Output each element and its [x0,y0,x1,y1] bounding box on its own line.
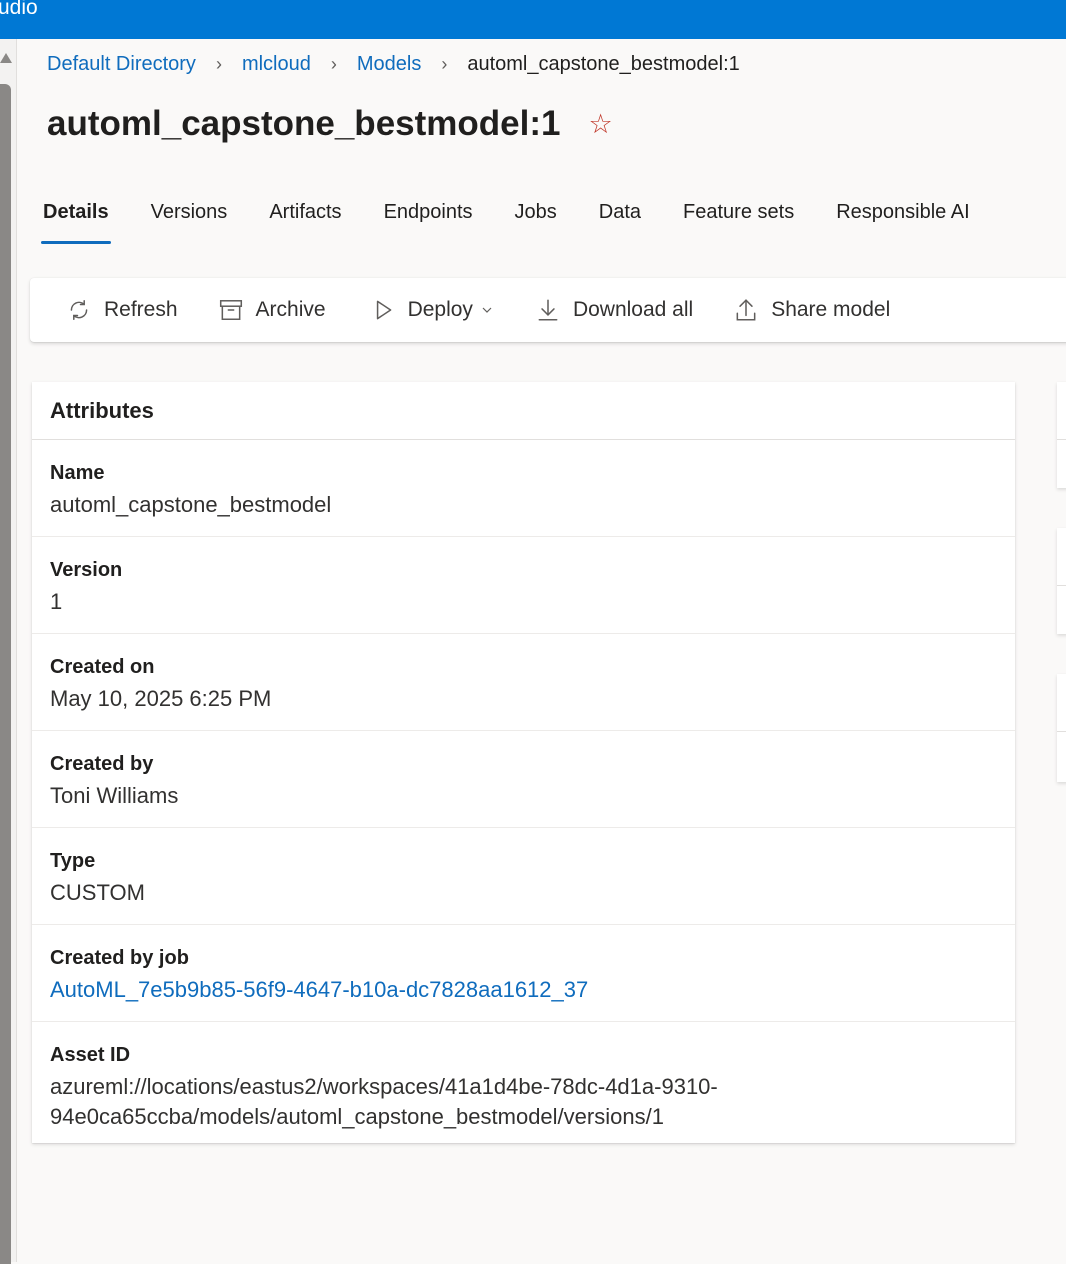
tab-data[interactable]: Data [599,196,641,244]
side-card-3 [1057,674,1066,782]
attribute-label: Name [50,462,105,484]
archive-label: Archive [255,298,326,321]
breadcrumb-default-directory[interactable]: Default Directory [47,53,196,76]
scroll-up-arrow-icon[interactable] [0,53,12,63]
chevron-down-icon [481,304,493,316]
attribute-row-asset-id: Asset ID azureml://locations/eastus2/wor… [32,1022,1015,1148]
archive-icon [218,297,244,323]
tab-artifacts[interactable]: Artifacts [269,196,341,244]
attribute-value: automl_capstone_bestmodel [50,492,332,517]
attribute-value: Toni Williams [50,783,179,808]
tab-details[interactable]: Details [41,196,111,244]
breadcrumb: Default Directory › mlcloud › Models › a… [47,50,740,78]
tab-versions[interactable]: Versions [151,196,228,244]
scrollbar-thumb[interactable] [0,84,11,1264]
asset-id-line-2: 94e0ca65ccba/models/automl_capstone_best… [50,1104,664,1129]
attribute-row-created-by: Created by Toni Williams [32,731,1015,828]
breadcrumb-current: automl_capstone_bestmodel:1 [467,52,740,75]
chevron-right-icon: › [215,53,222,74]
attribute-label: Created by [50,753,154,775]
refresh-icon [66,297,92,323]
attribute-value: 1 [50,589,63,614]
download-icon [535,297,561,323]
share-model-button[interactable]: Share model [733,290,890,330]
attribute-label: Created by job [50,947,189,969]
breadcrumb-mlcloud[interactable]: mlcloud [242,53,311,76]
star-outline-icon[interactable]: ☆ [588,110,612,138]
tab-feature-sets[interactable]: Feature sets [683,196,794,244]
share-model-label: Share model [771,298,891,321]
page-title: automl_capstone_bestmodel:1 [47,104,561,143]
top-bar: udio [0,0,1066,39]
refresh-label: Refresh [104,298,178,321]
tab-jobs[interactable]: Jobs [515,196,557,244]
chevron-right-icon: › [330,53,337,74]
attributes-card: Attributes Name automl_capstone_bestmode… [32,382,1015,1143]
attribute-label: Asset ID [50,1044,131,1066]
side-card-2 [1057,528,1066,634]
breadcrumb-models[interactable]: Models [357,53,421,76]
asset-id-line-1: azureml://locations/eastus2/workspaces/4… [50,1074,718,1099]
attribute-value: CUSTOM [50,880,145,905]
left-scrollbar[interactable] [0,39,17,1264]
attribute-label: Version [50,559,123,581]
side-card-1 [1057,382,1066,488]
attribute-row-created-on: Created on May 10, 2025 6:25 PM [32,634,1015,731]
page-title-row: automl_capstone_bestmodel:1 ☆ [47,104,613,144]
upload-share-icon [733,297,759,323]
attribute-row-type: Type CUSTOM [32,828,1015,925]
tab-responsible-ai[interactable]: Responsible AI [836,196,969,244]
attributes-header: Attributes [32,382,1015,440]
download-all-button[interactable]: Download all [535,290,693,330]
attribute-value: May 10, 2025 6:25 PM [50,686,272,711]
deploy-label: Deploy [407,298,473,321]
refresh-button[interactable]: Refresh [66,290,178,330]
tab-bar: Details Versions Artifacts Endpoints Job… [41,196,1012,244]
attribute-row-name: Name automl_capstone_bestmodel [32,440,1015,537]
job-link[interactable]: AutoML_7e5b9b85-56f9-4647-b10a-dc7828aa1… [50,975,997,1005]
tab-endpoints[interactable]: Endpoints [384,196,473,244]
play-icon [370,297,396,323]
chevron-right-icon: › [441,53,448,74]
attribute-row-created-by-job: Created by job AutoML_7e5b9b85-56f9-4647… [32,925,1015,1022]
app-title: udio [0,0,38,19]
attribute-label: Created on [50,656,155,678]
download-all-label: Download all [572,298,694,321]
deploy-button[interactable]: Deploy [370,290,493,330]
attribute-row-version: Version 1 [32,537,1015,634]
archive-button[interactable]: Archive [218,290,326,330]
attribute-label: Type [50,850,96,872]
command-bar: Refresh Archive Deploy Download all Shar… [30,278,1066,342]
